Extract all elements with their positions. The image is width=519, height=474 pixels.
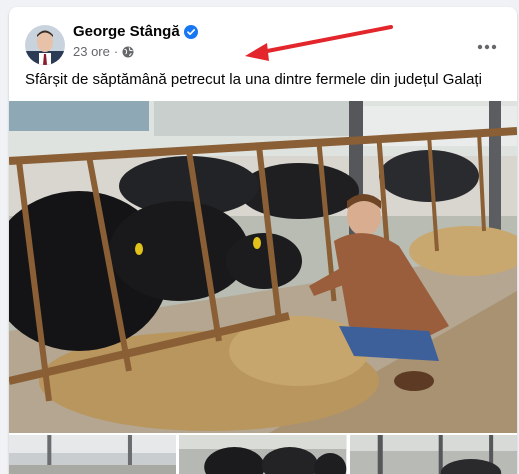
post-header: George Stângă 23 ore ·: [9, 7, 517, 75]
author-name[interactable]: George Stângă: [73, 23, 180, 40]
thumbnail-photo-1[interactable]: [9, 435, 177, 474]
photo-thumbnails: [9, 435, 517, 474]
globe-icon[interactable]: [122, 46, 134, 58]
author-line: George Stângă: [73, 23, 198, 40]
post-meta: 23 ore ·: [73, 44, 134, 59]
post-caption: Sfârșit de săptămână petrecut la una din…: [25, 71, 482, 88]
post-timestamp[interactable]: 23 ore: [73, 44, 110, 59]
more-options-icon[interactable]: [469, 29, 505, 65]
thumbnail-photo-2[interactable]: [179, 435, 347, 474]
red-arrow-annotation: [245, 25, 393, 61]
verified-badge-icon: [183, 24, 198, 39]
post-card: George Stângă 23 ore · Sfârșit de săptăm…: [9, 7, 517, 474]
meta-separator: ·: [113, 44, 119, 59]
thumbnail-photo-3[interactable]: [349, 435, 517, 474]
main-photo[interactable]: [9, 101, 517, 433]
author-avatar[interactable]: [25, 25, 65, 65]
